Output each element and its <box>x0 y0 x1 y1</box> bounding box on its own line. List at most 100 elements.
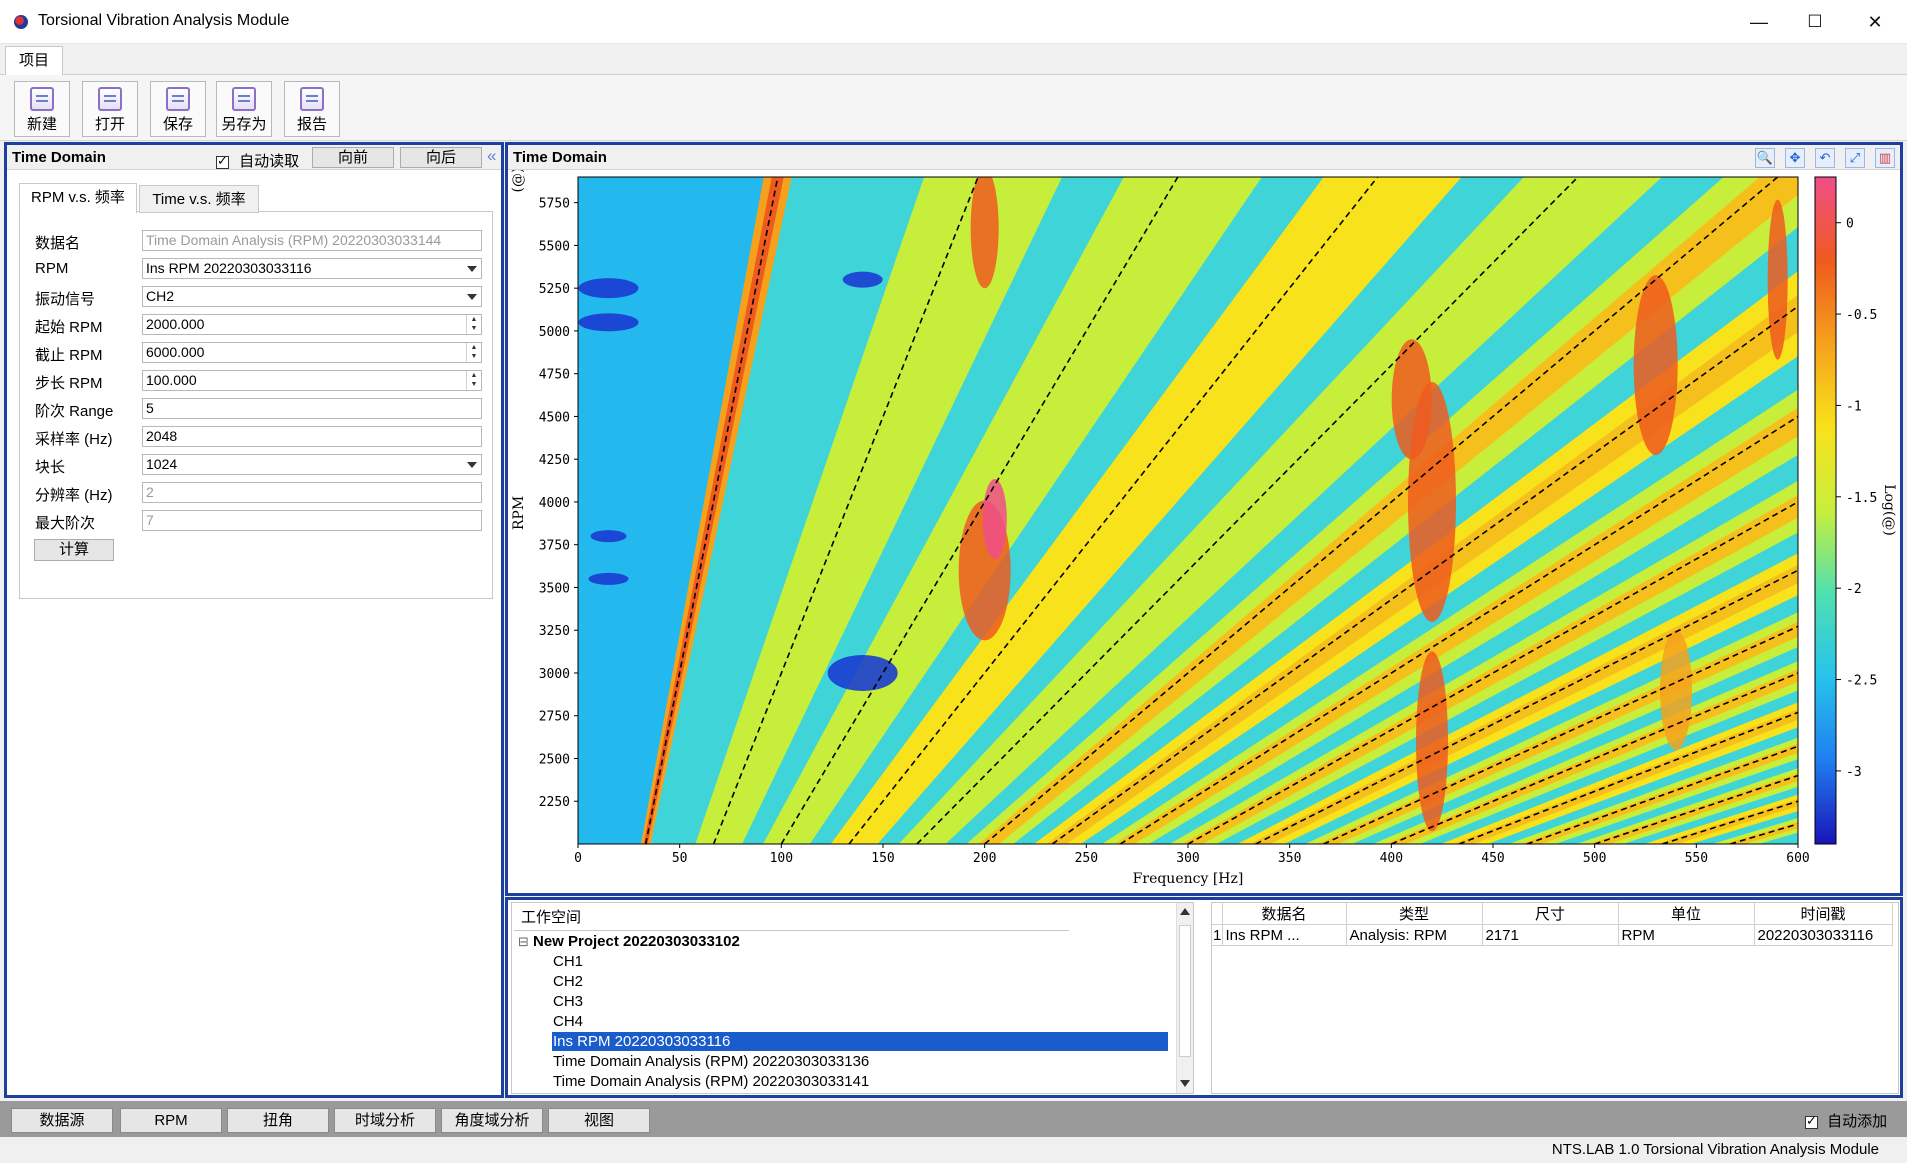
x-tick-label: 500 <box>1583 851 1606 866</box>
tab-rpm[interactable]: RPM <box>120 1108 222 1133</box>
step-rpm-spinbox[interactable]: 100.000 ▲ ▼ <box>142 370 482 391</box>
heatmap-coldspot <box>578 313 639 332</box>
table-header-size[interactable]: 尺寸 <box>1482 903 1619 925</box>
y-tick-label: 2500 <box>539 752 570 767</box>
chart-icon[interactable]: ▥ <box>1875 148 1895 168</box>
y-tick-label: 3000 <box>539 667 570 682</box>
heatmap-coldspot <box>590 530 627 543</box>
end-rpm-spinbox[interactable]: 6000.000 ▲ ▼ <box>142 342 482 363</box>
chevron-down-icon <box>467 266 477 272</box>
status-text: NTS.LAB 1.0 Torsional Vibration Analysis… <box>1551 1141 1879 1158</box>
data-name-field[interactable]: Time Domain Analysis (RPM) 2022030303314… <box>142 230 482 251</box>
table-row[interactable]: 1 Ins RPM ... Analysis: RPM 2171 RPM 202… <box>1212 924 1893 946</box>
spin-arrows-icon[interactable]: ▲ ▼ <box>466 343 481 362</box>
vibration-signal-dropdown[interactable]: CH2 <box>142 286 482 307</box>
workspace-scrollbar[interactable] <box>1176 903 1193 1093</box>
rpm-dropdown[interactable]: Ins RPM 20220303033116 <box>142 258 482 279</box>
axis-icon[interactable]: ⤢ <box>1845 148 1865 168</box>
colorbar-tick-label: -2 <box>1846 582 1862 597</box>
x-tick-label: 400 <box>1380 851 1403 866</box>
auto-add-check[interactable] <box>1805 1113 1818 1129</box>
maximize-button[interactable]: ☐ <box>1792 6 1838 38</box>
cell-size[interactable]: 2171 <box>1482 924 1619 946</box>
x-tick-label: 600 <box>1786 851 1809 866</box>
cell-unit[interactable]: RPM <box>1618 924 1755 946</box>
tree-item-tda-136[interactable]: Time Domain Analysis (RPM) 2022030303313… <box>553 1052 869 1071</box>
chart-panel-title: Time Domain <box>513 149 607 166</box>
sample-rate-field[interactable]: 2048 <box>142 426 482 447</box>
table-header-timestamp[interactable]: 时间戳 <box>1754 903 1893 925</box>
reset-icon[interactable]: ↶ <box>1815 148 1835 168</box>
spectrogram-chart[interactable]: 0 50 100 150 200 250 300 350 400 450 500 550 600 225… <box>508 170 1900 894</box>
resolution-field[interactable]: 2 <box>142 482 482 503</box>
y-tick-label: 2750 <box>539 710 570 725</box>
project-node[interactable]: New Project 20220303033102 <box>533 932 740 951</box>
spin-arrows-icon[interactable]: ▲ ▼ <box>466 315 481 334</box>
app-icon <box>14 15 28 29</box>
cell-name[interactable]: Ins RPM ... <box>1222 924 1347 946</box>
save-as-button[interactable]: 另存为 <box>216 81 272 137</box>
colorbar-tick-label: -2.5 <box>1846 674 1877 689</box>
heatmap-hotspot <box>982 479 1007 560</box>
compute-button[interactable]: 计算 <box>34 539 114 561</box>
auto-read-checkbox[interactable]: 自动读取 <box>216 150 299 171</box>
status-bar: NTS.LAB 1.0 Torsional Vibration Analysis… <box>0 1137 1907 1163</box>
order-range-field[interactable]: 5 <box>142 398 482 419</box>
tree-item-tda-141[interactable]: Time Domain Analysis (RPM) 2022030303314… <box>553 1072 869 1091</box>
x-tick-label: 100 <box>770 851 793 866</box>
data-table-panel: 数据名 类型 尺寸 单位 时间戳 1 Ins RPM ... Analysis:… <box>1211 902 1899 1094</box>
tree-item-ins-rpm[interactable]: Ins RPM 20220303033116 <box>552 1032 1168 1051</box>
x-tick-label: 50 <box>672 851 688 866</box>
y-tick-label: 2250 <box>539 795 570 810</box>
colorbar-tick-label: -1.5 <box>1846 491 1877 506</box>
y-tick-label: 5750 <box>539 197 570 212</box>
x-axis-label: Frequency [Hz] <box>1133 871 1244 887</box>
scroll-thumb[interactable] <box>1179 925 1191 1057</box>
heatmap-hotspot <box>1391 339 1432 460</box>
left-panel-title: Time Domain <box>12 149 106 166</box>
tab-rpm-vs-frequency[interactable]: RPM v.s. 频率 <box>19 183 137 214</box>
tab-angle-domain[interactable]: 角度域分析 <box>441 1108 543 1133</box>
spin-arrows-icon[interactable]: ▲ ▼ <box>466 371 481 390</box>
tab-time-domain[interactable]: 时域分析 <box>334 1108 436 1133</box>
new-button[interactable]: 新建 <box>14 81 70 137</box>
tree-item-ch3[interactable]: CH3 <box>553 992 583 1011</box>
y-tick-label: 3250 <box>539 624 570 639</box>
menu-project[interactable]: 项目 <box>5 46 64 75</box>
table-header-unit[interactable]: 单位 <box>1618 903 1755 925</box>
table-header-type[interactable]: 类型 <box>1346 903 1483 925</box>
tree-item-ch2[interactable]: CH2 <box>553 972 583 991</box>
zoom-icon[interactable]: 🔍 <box>1755 148 1775 168</box>
prev-button[interactable]: 向前 <box>312 147 394 168</box>
heatmap-hotspot <box>1660 630 1692 751</box>
chart-panel: Time Domain 🔍 ✥ ↶ ⤢ ▥ 0 50 100 150 200 250 300… <box>505 142 1903 896</box>
next-button[interactable]: 向后 <box>400 147 482 168</box>
expander-icon[interactable]: ⊟ <box>518 932 529 951</box>
open-button[interactable]: 打开 <box>82 81 138 137</box>
tree-item-ch1[interactable]: CH1 <box>553 952 583 971</box>
auto-add-checkbox[interactable]: 自动添加 <box>1805 1110 1887 1131</box>
y-tick-label: 4750 <box>539 368 570 383</box>
tab-time-vs-frequency[interactable]: Time v.s. 频率 <box>139 185 259 213</box>
tab-torsion-angle[interactable]: 扭角 <box>227 1108 329 1133</box>
collapse-icon[interactable]: « <box>487 146 496 166</box>
scroll-up-icon[interactable] <box>1180 908 1190 915</box>
close-button[interactable]: ✕ <box>1852 6 1898 38</box>
tab-view[interactable]: 视图 <box>548 1108 650 1133</box>
start-rpm-spinbox[interactable]: 2000.000 ▲ ▼ <box>142 314 482 335</box>
block-length-dropdown[interactable]: 1024 <box>142 454 482 475</box>
scroll-down-icon[interactable] <box>1180 1080 1190 1087</box>
y-tick-label: 4500 <box>539 410 570 425</box>
max-order-field[interactable]: 7 <box>142 510 482 531</box>
table-header-name[interactable]: 数据名 <box>1222 903 1347 925</box>
auto-read-check[interactable] <box>216 153 229 169</box>
tab-data-source[interactable]: 数据源 <box>11 1108 113 1133</box>
minimize-button[interactable]: — <box>1736 6 1782 38</box>
tree-item-ch4[interactable]: CH4 <box>553 1012 583 1031</box>
cell-timestamp[interactable]: 20220303033116 <box>1754 924 1893 946</box>
pan-icon[interactable]: ✥ <box>1785 148 1805 168</box>
report-button[interactable]: 报告 <box>284 81 340 137</box>
save-button[interactable]: 保存 <box>150 81 206 137</box>
heatmap-surface <box>578 177 1798 844</box>
cell-type[interactable]: Analysis: RPM <box>1346 924 1483 946</box>
